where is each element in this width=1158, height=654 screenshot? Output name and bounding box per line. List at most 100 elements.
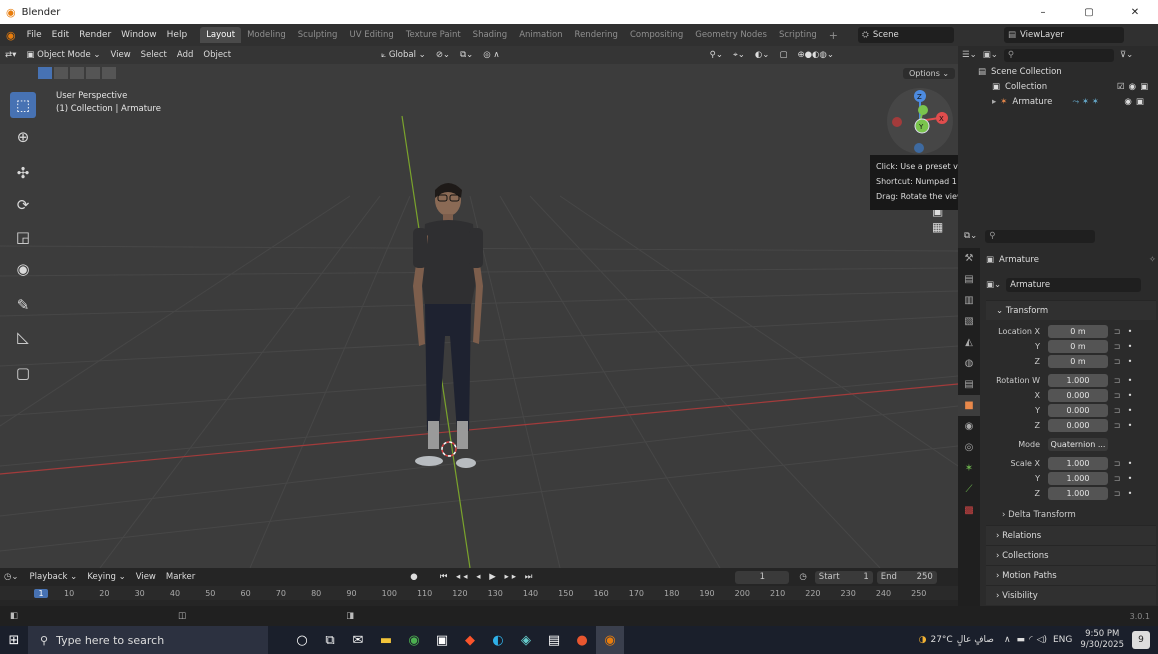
network-icon[interactable]: ▬ [1017,635,1026,645]
mail-icon[interactable]: ✉ [344,626,372,654]
minimize-button[interactable]: – [1020,7,1066,18]
view-menu[interactable]: View [106,49,136,61]
app-icon[interactable]: ◈ [512,626,540,654]
playback-menu[interactable]: Playback ⌄ [25,571,83,583]
volume-icon[interactable]: ◁) [1037,635,1047,645]
weather-temp[interactable]: 27°C [930,635,952,645]
add-menu[interactable]: Add [172,49,198,61]
modifier-tab[interactable]: ◉ [958,416,980,437]
outliner-editor-icon[interactable]: ☰⌄ [962,50,977,60]
clapper-icon[interactable]: ▤ [540,626,568,654]
cortana-icon[interactable]: ○ [288,626,316,654]
shading-modes-icon[interactable]: ⊕●◐◍⌄ [792,49,839,61]
record-button[interactable]: ● [410,572,417,582]
start-field[interactable]: Start 1 [814,570,873,584]
tab-sculpting[interactable]: Sculpting [292,27,344,43]
armature-eye-icon[interactable]: ◉ [1124,97,1131,107]
transform-orientation-dropdown[interactable]: ⟀ Global ⌄ [376,49,431,61]
end-field[interactable]: End 250 [876,570,937,584]
transform-tool[interactable]: ◉ [10,256,36,282]
playback-controls[interactable]: ⏮ ◂◂ ◂ ▶ ▸▸ ⏭ [440,572,536,582]
chrome-icon[interactable]: ◉ [400,626,428,654]
tab-scripting[interactable]: Scripting [773,27,823,43]
view-menu-timeline[interactable]: View [131,571,161,583]
move-tool[interactable]: ✣ [10,160,36,186]
scale-tool[interactable]: ◲ [10,224,36,250]
start-button[interactable]: ⊞ [0,626,28,654]
object-data-icon[interactable]: ▣⌄ [986,280,1001,290]
snap-icon[interactable]: ⧉⌄ [455,49,478,61]
location-x-field[interactable]: 0 m [1048,325,1108,338]
keyframe-dot-icon[interactable]: • [1126,342,1134,351]
scale-x-field[interactable]: 1.000 [1048,457,1108,470]
task-view-icon[interactable]: ⧉ [316,626,344,654]
world-tab[interactable]: ◍ [958,353,980,374]
stopwatch-icon[interactable]: ◷ [799,572,806,582]
object-data-tab[interactable]: ✶ [958,458,980,479]
menu-help[interactable]: Help [162,30,193,40]
wifi-icon[interactable]: ◜ [1029,635,1033,645]
overlay-toggle-icon[interactable]: ◐⌄ [750,49,775,61]
lock-icon[interactable]: ⊐ [1108,421,1126,430]
brave-icon[interactable]: ◆ [456,626,484,654]
transform-panel-header[interactable]: ⌄ Transform [986,300,1156,320]
lock-icon[interactable]: ⊐ [1108,327,1126,336]
keyframe-dot-icon[interactable]: • [1126,376,1134,385]
marker-menu[interactable]: Marker [161,571,200,583]
object-menu[interactable]: Object [198,49,236,61]
tab-geometry-nodes[interactable]: Geometry Nodes [689,27,773,43]
menu-render[interactable]: Render [74,30,116,40]
keying-menu[interactable]: Keying ⌄ [82,571,130,583]
select-invert-icon[interactable] [86,67,100,79]
scale-y-field[interactable]: 1.000 [1048,472,1108,485]
xray-toggle-icon[interactable]: ▢ [774,49,792,61]
keyframe-dot-icon[interactable]: • [1126,421,1134,430]
weather-text[interactable]: صافٍ عالٍ [957,635,994,645]
menu-window[interactable]: Window [116,30,162,40]
outliner-item-armature[interactable]: ▸ ✶ Armature ⤳ ✶ ✶ ◉ ▣ [958,94,1158,109]
tab-uv-editing[interactable]: UV Editing [343,27,399,43]
cursor-tool[interactable]: ⊕ [10,124,36,150]
select-subtract-icon[interactable] [70,67,84,79]
select-intersect-icon[interactable] [102,67,116,79]
keyframe-dot-icon[interactable]: • [1126,391,1134,400]
render-tab[interactable]: ▤ [958,269,980,290]
rotation-w-field[interactable]: 1.000 [1048,374,1108,387]
armature-camera-icon[interactable]: ▣ [1136,97,1144,107]
keyframe-dot-icon[interactable]: • [1126,489,1134,498]
weather-icon[interactable]: ◑ [919,635,927,645]
object-name-field[interactable]: Armature [1006,278,1142,292]
menu-file[interactable]: File [22,30,47,40]
current-frame-field[interactable]: 1 [735,570,790,584]
editor-type-icon[interactable]: ⇄▾ [0,49,21,61]
outliner-item-collection[interactable]: ▣ Collection ☑ ◉ ▣ [958,79,1158,94]
pin-icon[interactable]: ✧ [1149,255,1156,265]
lock-icon[interactable]: ⊐ [1108,391,1126,400]
blender-taskbar-icon[interactable]: ◉ [596,626,624,654]
visibility-icon[interactable]: ⚲⌄ [705,49,728,61]
outliner-root[interactable]: ▤ Scene Collection [958,64,1158,79]
tab-shading[interactable]: Shading [467,27,514,43]
location-z-field[interactable]: 0 m [1048,355,1108,368]
measure-tool[interactable]: ◺ [10,324,36,350]
properties-search-field[interactable]: ⚲ [985,229,1096,243]
select-box-tool[interactable]: ⬚ [10,92,36,118]
collections-panel-header[interactable]: › Collections [986,545,1156,565]
powerpoint-icon[interactable]: ● [568,626,596,654]
ortho-toggle-icon[interactable]: ▦ [932,220,943,234]
physics-tab[interactable]: ◎ [958,437,980,458]
rotation-z-field[interactable]: 0.000 [1048,419,1108,432]
file-explorer-icon[interactable]: ▬ [372,626,400,654]
rotate-tool[interactable]: ⟳ [10,192,36,218]
frame-ruler[interactable]: 1 10 20 30 40 50 60 70 80 90 100 110 120 130 140 150 160… [0,586,958,600]
collection-tab[interactable]: ▤ [958,374,980,395]
tool-tab[interactable]: ⚒ [958,248,980,269]
close-button[interactable]: ✕ [1112,7,1158,18]
lock-icon[interactable]: ⊐ [1108,474,1126,483]
add-workspace-button[interactable]: + [823,26,844,45]
select-extend-icon[interactable] [54,67,68,79]
bone-tab[interactable]: ⟋ [958,479,980,500]
tab-compositing[interactable]: Compositing [624,27,689,43]
lock-icon[interactable]: ⊐ [1108,489,1126,498]
keyframe-dot-icon[interactable]: • [1126,406,1134,415]
